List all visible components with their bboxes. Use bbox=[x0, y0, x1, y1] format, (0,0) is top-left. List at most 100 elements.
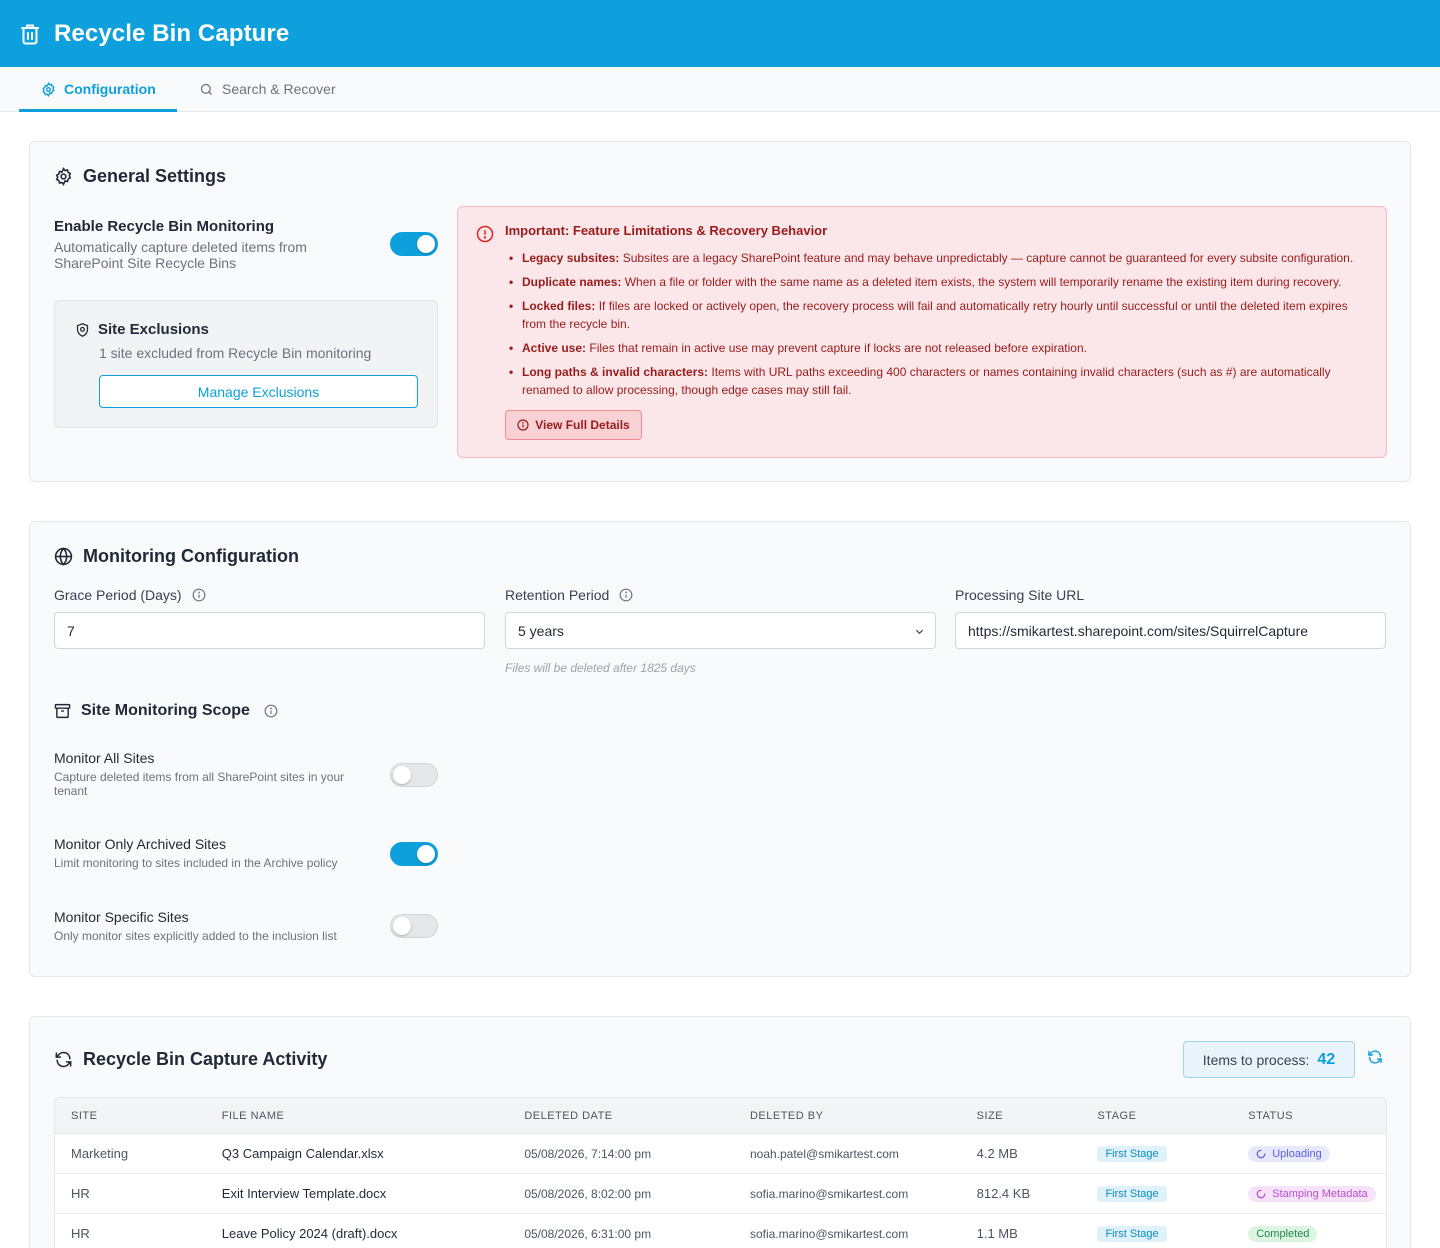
option-title: Monitor All Sites bbox=[54, 750, 155, 766]
column-header[interactable]: STAGE bbox=[1081, 1110, 1232, 1122]
alert-item: Active use: Files that remain in active … bbox=[505, 339, 1373, 357]
grace-period-field: Grace Period (Days) 7 bbox=[54, 586, 485, 649]
alert-item: Locked files: If files are locked or act… bbox=[505, 297, 1373, 333]
cell-size: 812.4 KB bbox=[976, 1186, 1031, 1201]
site-exclusions-title-text: Site Exclusions bbox=[98, 321, 209, 338]
monitor-archived-sites-toggle[interactable] bbox=[390, 842, 438, 866]
items-to-process-label: Items to process: bbox=[1202, 1051, 1310, 1068]
alert-item-label: Legacy subsites: bbox=[522, 251, 620, 265]
column-header[interactable]: SITE bbox=[55, 1110, 206, 1122]
items-to-process-counter: Items to process: 42 bbox=[1183, 1041, 1355, 1078]
status-badge: Stamping Metadata bbox=[1248, 1185, 1376, 1202]
processing-site-url-input[interactable]: https://smikartest.sharepoint.com/sites/… bbox=[955, 612, 1386, 649]
column-header[interactable]: DELETED DATE bbox=[508, 1110, 734, 1122]
cell-site: HR bbox=[71, 1226, 90, 1241]
capture-activity-title-text: Recycle Bin Capture Activity bbox=[83, 1049, 328, 1069]
retention-period-select[interactable]: 5 years bbox=[505, 612, 936, 649]
tab-search-recover[interactable]: Search & Recover bbox=[177, 67, 358, 111]
alert-item: Duplicate names: When a file or folder w… bbox=[505, 273, 1373, 291]
refresh-icon bbox=[54, 1050, 73, 1069]
grace-period-value: 7 bbox=[67, 622, 75, 639]
cell-deleted-date: 05/08/2026, 6:31:00 pm bbox=[524, 1226, 652, 1241]
grace-period-label: Grace Period (Days) bbox=[54, 586, 485, 604]
stage-badge: First Stage bbox=[1097, 1146, 1167, 1162]
refresh-icon[interactable] bbox=[1367, 1049, 1383, 1065]
gear-icon bbox=[41, 81, 56, 97]
column-header[interactable]: STATUS bbox=[1232, 1110, 1386, 1122]
view-full-details-button[interactable]: View Full Details bbox=[505, 410, 642, 440]
cell-site: Marketing bbox=[71, 1146, 129, 1161]
retention-period-value: 5 years bbox=[518, 622, 564, 639]
spinner-icon bbox=[1256, 1149, 1266, 1159]
cell-deleted-by: sofia.marino@smikartest.com bbox=[749, 1226, 909, 1241]
site-monitoring-scope-title: Site Monitoring Scope bbox=[54, 702, 278, 720]
alert-item: Long paths & invalid characters: Items w… bbox=[505, 363, 1373, 399]
option-title: Monitor Only Archived Sites bbox=[54, 836, 226, 852]
info-icon[interactable] bbox=[192, 588, 206, 602]
alert-item-text: If files are locked or actively open, th… bbox=[522, 299, 1348, 331]
globe-icon bbox=[54, 547, 73, 566]
gear-icon bbox=[54, 167, 73, 186]
table-row[interactable]: HR Exit Interview Template.docx 05/08/20… bbox=[55, 1174, 1386, 1214]
option-description: Capture deleted items from all SharePoin… bbox=[54, 770, 345, 798]
search-icon bbox=[199, 82, 214, 97]
view-full-details-label: View Full Details bbox=[535, 418, 630, 432]
column-header[interactable]: FILE NAME bbox=[206, 1110, 509, 1122]
general-settings-card: General Settings Enable Recycle Bin Moni… bbox=[29, 141, 1411, 482]
tab-bar: Configuration Search & Recover bbox=[0, 67, 1440, 112]
stage-badge: First Stage bbox=[1097, 1186, 1167, 1202]
activity-table: SITE FILE NAME DELETED DATE DELETED BY S… bbox=[54, 1097, 1387, 1248]
toggle-knob bbox=[417, 235, 435, 253]
cell-file-name: Exit Interview Template.docx bbox=[221, 1186, 387, 1201]
cell-file-name: Q3 Campaign Calendar.xlsx bbox=[221, 1146, 384, 1161]
alert-item-label: Locked files: bbox=[522, 299, 596, 313]
table-row[interactable]: Marketing Q3 Campaign Calendar.xlsx 05/0… bbox=[55, 1134, 1386, 1174]
capture-activity-title: Recycle Bin Capture Activity bbox=[54, 1049, 327, 1070]
option-description: Only monitor sites explicitly added to t… bbox=[54, 929, 337, 943]
monitor-all-sites-toggle[interactable] bbox=[390, 763, 438, 787]
app-header: Recycle Bin Capture bbox=[0, 0, 1440, 67]
table-header: SITE FILE NAME DELETED DATE DELETED BY S… bbox=[55, 1098, 1386, 1134]
monitor-specific-sites-option: Monitor Specific Sites Only monitor site… bbox=[54, 909, 354, 943]
alert-item-text: Files that remain in active use may prev… bbox=[586, 341, 1087, 355]
cell-deleted-date: 05/08/2026, 7:14:00 pm bbox=[524, 1146, 652, 1161]
capture-activity-card: Recycle Bin Capture Activity Items to pr… bbox=[29, 1016, 1411, 1248]
status-badge: Completed bbox=[1248, 1226, 1318, 1242]
cell-site: HR bbox=[71, 1186, 90, 1201]
tab-configuration-label: Configuration bbox=[64, 81, 156, 97]
table-row[interactable]: HR Leave Policy 2024 (draft).docx 05/08/… bbox=[55, 1214, 1386, 1248]
info-icon[interactable] bbox=[619, 588, 633, 602]
site-exclusions-description: 1 site excluded from Recycle Bin monitor… bbox=[99, 345, 372, 361]
status-text: Stamping Metadata bbox=[1272, 1187, 1368, 1200]
alert-circle-icon bbox=[476, 225, 494, 243]
alert-item-label: Long paths & invalid characters: bbox=[522, 365, 709, 379]
tab-search-recover-label: Search & Recover bbox=[222, 81, 336, 97]
manage-exclusions-button[interactable]: Manage Exclusions bbox=[99, 375, 418, 408]
general-settings-title: General Settings bbox=[54, 166, 226, 187]
alert-item-label: Active use: bbox=[522, 341, 587, 355]
status-badge: Uploading bbox=[1248, 1145, 1330, 1162]
column-header[interactable]: SIZE bbox=[961, 1110, 1082, 1122]
enable-monitoring-setting: Enable Recycle Bin Monitoring Automatica… bbox=[54, 218, 438, 271]
monitor-all-sites-option: Monitor All Sites Capture deleted items … bbox=[54, 750, 354, 798]
tab-configuration[interactable]: Configuration bbox=[19, 67, 177, 112]
option-title: Monitor Specific Sites bbox=[54, 909, 189, 925]
stage-badge: First Stage bbox=[1097, 1226, 1167, 1242]
retention-period-label-text: Retention Period bbox=[505, 587, 610, 603]
chevron-down-icon bbox=[914, 626, 925, 637]
limitations-alert: Important: Feature Limitations & Recover… bbox=[457, 206, 1387, 458]
enable-monitoring-toggle[interactable] bbox=[390, 232, 438, 256]
processing-site-url-value: https://smikartest.sharepoint.com/sites/… bbox=[968, 622, 1309, 639]
general-settings-title-text: General Settings bbox=[83, 166, 227, 186]
info-icon[interactable] bbox=[264, 704, 278, 718]
processing-site-url-label: Processing Site URL bbox=[955, 587, 1085, 603]
monitoring-configuration-title: Monitoring Configuration bbox=[54, 546, 299, 567]
site-exclusions-title: Site Exclusions bbox=[75, 321, 209, 338]
alert-item-text: Subsites are a legacy SharePoint feature… bbox=[619, 251, 1354, 265]
column-header[interactable]: DELETED BY bbox=[734, 1110, 961, 1122]
toggle-knob bbox=[393, 917, 411, 935]
monitor-specific-sites-toggle[interactable] bbox=[390, 914, 438, 938]
cell-deleted-by: sofia.marino@smikartest.com bbox=[749, 1186, 909, 1201]
grace-period-input[interactable]: 7 bbox=[54, 612, 485, 649]
toggle-knob bbox=[393, 766, 411, 784]
